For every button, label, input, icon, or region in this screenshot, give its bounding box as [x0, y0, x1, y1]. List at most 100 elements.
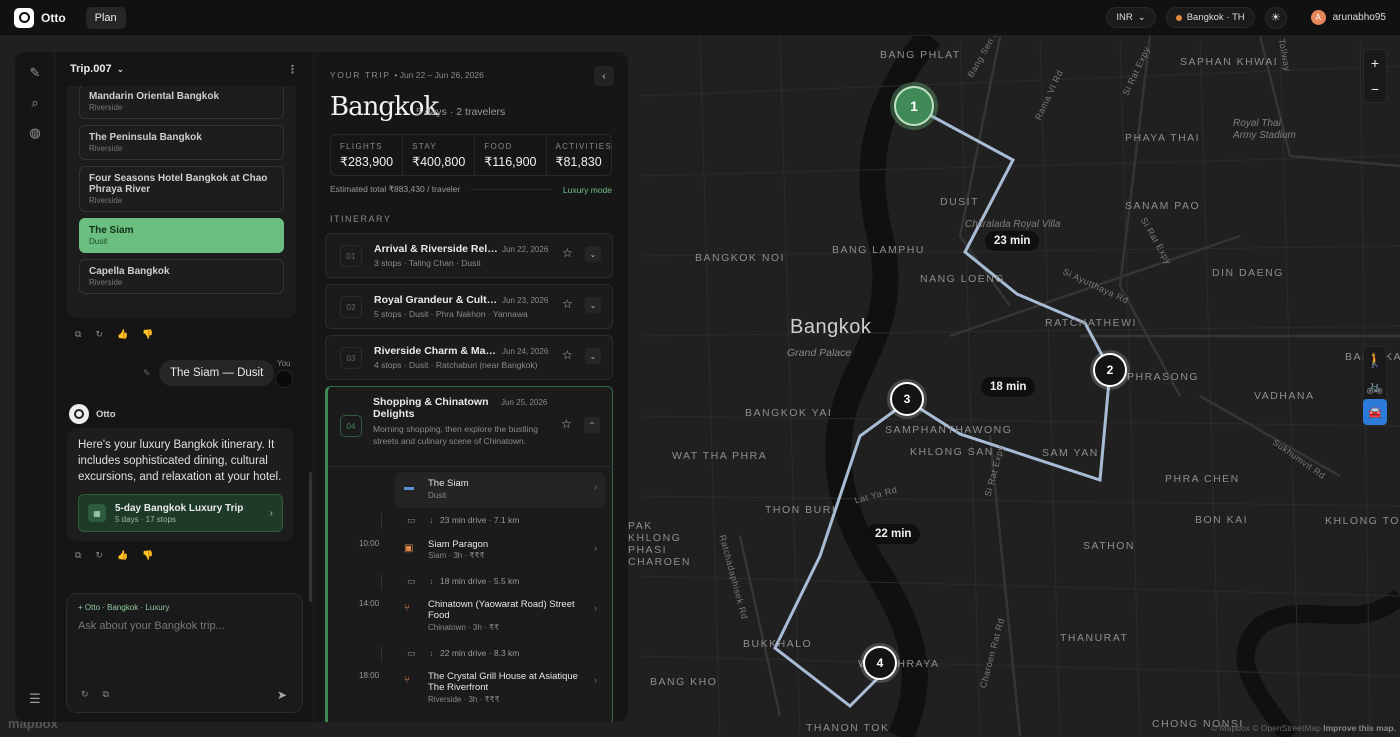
message-actions: ⧉ ↻ 👍 👎 [75, 329, 153, 340]
budget-summary: FLIGHTS ₹283,900 STAY ₹400,800 FOOD ₹116,90… [330, 134, 612, 176]
zoom-out-button[interactable]: − [1363, 76, 1387, 102]
star-icon[interactable]: ☆ [561, 417, 572, 431]
map-marker-1[interactable]: 1 [894, 86, 934, 126]
copy-icon[interactable]: ⧉ [103, 689, 109, 700]
hotel-option[interactable]: Mandarin Oriental Bangkok Riverside [79, 86, 284, 119]
star-icon[interactable]: ☆ [562, 297, 573, 311]
trip-summary-card[interactable]: ▦ 5-day Bangkok Luxury Trip 5 days · 17 … [78, 494, 283, 532]
edit-message-icon[interactable]: ✎ [143, 368, 151, 379]
hotel-option[interactable]: Capella Bangkok Riverside [79, 259, 284, 294]
collapse-panel-button[interactable]: ‹ [594, 66, 614, 86]
map-marker-3[interactable]: 3 [890, 382, 924, 416]
walk-mode-icon[interactable]: 🚶 [1363, 347, 1387, 373]
fork-knife-icon: ⑂ [404, 603, 410, 614]
currency-value: INR [1116, 12, 1133, 23]
zoom-in-button[interactable]: + [1363, 50, 1387, 76]
hotel-name: The Siam [89, 225, 134, 236]
luxury-mode-link[interactable]: Luxury mode [563, 185, 612, 195]
map-label: BANGKOK NOI [695, 252, 786, 264]
hotel-name: The Peninsula Bangkok [89, 132, 202, 143]
improve-map-link[interactable]: Improve this map. [1323, 723, 1396, 733]
map-label: Phrasong [1127, 371, 1200, 383]
retry-icon[interactable]: ↻ [95, 550, 103, 561]
chevron-right-icon: › [594, 543, 597, 553]
day-card[interactable]: 03 Riverside Charm & Markets Jun 24, 202… [325, 335, 613, 380]
globe-icon[interactable]: ◍ [15, 118, 55, 148]
currency-select[interactable]: INR ⌄ [1106, 7, 1156, 28]
budget-label: ACTIVITIES [555, 142, 613, 151]
chevron-down-icon[interactable]: ⌄ [585, 297, 601, 313]
budget-item: FLIGHTS ₹283,900 [331, 135, 404, 175]
day-card-expanded[interactable]: 04 Shopping & Chinatown Delights Jun 25,… [325, 386, 613, 722]
hotel-area: Riverside [89, 278, 123, 287]
thumbs-down-icon[interactable]: 👎 [142, 329, 153, 340]
trip-selector[interactable]: Trip.007 ⌄ ⋮ [55, 52, 313, 86]
thumbs-down-icon[interactable]: 👎 [142, 550, 153, 561]
map-label: PHAYA THAI [1125, 132, 1201, 144]
hotel-option[interactable]: Four Seasons Hotel Bangkok at Chao Phray… [79, 166, 284, 212]
assistant-name: Otto [96, 408, 116, 420]
itinerary-heading: ITINERARY [330, 214, 392, 224]
map-label: THON BURI [765, 504, 837, 516]
send-icon[interactable]: ➤ [277, 688, 287, 702]
stop-time: 10:00 [359, 539, 380, 548]
theme-toggle-button[interactable]: ☀ [1264, 6, 1287, 29]
assistant-header: Otto [69, 404, 116, 424]
day-card[interactable]: 01 Arrival & Riverside Relaxation Jun 22… [325, 233, 613, 278]
stop-subtitle: Riverside · 3h · ₹₹₹ [428, 695, 500, 704]
chevron-down-icon[interactable]: ⌄ [585, 246, 601, 262]
map-label: SATHON [1083, 540, 1135, 552]
map-label: BANG KHO [650, 676, 718, 688]
retry-icon[interactable]: ↻ [95, 329, 103, 340]
travel-time-badge: 23 min [985, 231, 1040, 251]
stop-name: Chinatown (Yaowarat Road) Street Food [428, 599, 575, 621]
copy-icon[interactable]: ⧉ [75, 329, 81, 340]
day-number: 02 [340, 296, 362, 318]
bike-mode-icon[interactable]: 🚲 [1363, 373, 1387, 399]
trip-card-title: 5-day Bangkok Luxury Trip [115, 502, 244, 514]
hotel-option-selected[interactable]: The Siam Dusit [79, 218, 284, 253]
map-label: BANG PHLAT [880, 49, 961, 61]
copy-icon[interactable]: ⧉ [75, 550, 81, 561]
hotel-option[interactable]: The Peninsula Bangkok Riverside [79, 125, 284, 160]
settings-sliders-icon[interactable]: ☰ [15, 684, 55, 714]
plan-tab[interactable]: Plan [85, 6, 126, 29]
chevron-up-icon[interactable]: ⌃ [584, 417, 600, 433]
star-icon[interactable]: ☆ [562, 246, 573, 260]
thumbs-up-icon[interactable]: 👍 [117, 329, 128, 340]
location-value: Bangkok · TH [1186, 12, 1245, 23]
message-actions: ⧉ ↻ 👍 👎 [75, 550, 153, 561]
chevron-down-icon[interactable]: ⌄ [585, 348, 601, 364]
user-menu[interactable]: A arunabho95 [1310, 10, 1386, 25]
location-select[interactable]: Bangkok · TH [1165, 7, 1255, 28]
retry-icon[interactable]: ↻ [81, 689, 89, 700]
transport-mode-controls: 🚶 🚲 🚘 [1363, 346, 1387, 426]
otto-logo-icon[interactable] [14, 7, 34, 28]
chat-scrollbar[interactable] [309, 472, 312, 602]
more-options-icon[interactable]: ⋮ [287, 63, 298, 76]
day-title: Royal Grandeur & Cultural Immersion [374, 294, 498, 306]
search-icon[interactable]: ⌕ [15, 88, 55, 118]
star-icon[interactable]: ☆ [562, 348, 573, 362]
drive-mode-icon[interactable]: 🚘 [1363, 399, 1387, 425]
hotel-name: Capella Bangkok [89, 266, 170, 277]
arrow-down-icon: ↓ [429, 648, 434, 658]
map-marker-4[interactable]: 4 [863, 646, 897, 680]
otto-avatar-icon [69, 404, 89, 424]
day-card[interactable]: 02 Royal Grandeur & Cultural Immersion J… [325, 284, 613, 329]
avatar: A [1310, 10, 1326, 25]
thumbs-up-icon[interactable]: 👍 [117, 550, 128, 561]
map-label: DIN DAENG [1212, 267, 1284, 279]
composer-context: + Otto · Bangkok · Luxury [78, 603, 291, 612]
day-number: 04 [340, 415, 362, 437]
edit-icon[interactable]: ✎ [15, 58, 55, 88]
chat-input[interactable]: Ask about your Bangkok trip... [78, 620, 291, 632]
itinerary-days: 01 Arrival & Riverside Relaxation Jun 22… [325, 233, 613, 722]
hotel-options-list: Mandarin Oriental Bangkok Riverside The … [67, 86, 296, 318]
map-marker-2[interactable]: 2 [1093, 353, 1127, 387]
context-text: Otto · Bangkok · Luxury [84, 603, 170, 612]
map-label: THANON TOK [806, 722, 890, 734]
top-bar: Otto Plan INR ⌄ Bangkok · TH ☀ A arunabh… [0, 0, 1400, 36]
chat-composer[interactable]: + Otto · Bangkok · Luxury Ask about your… [66, 593, 303, 713]
trip-dates: Jun 22 – Jun 26, 2026 [399, 70, 484, 80]
